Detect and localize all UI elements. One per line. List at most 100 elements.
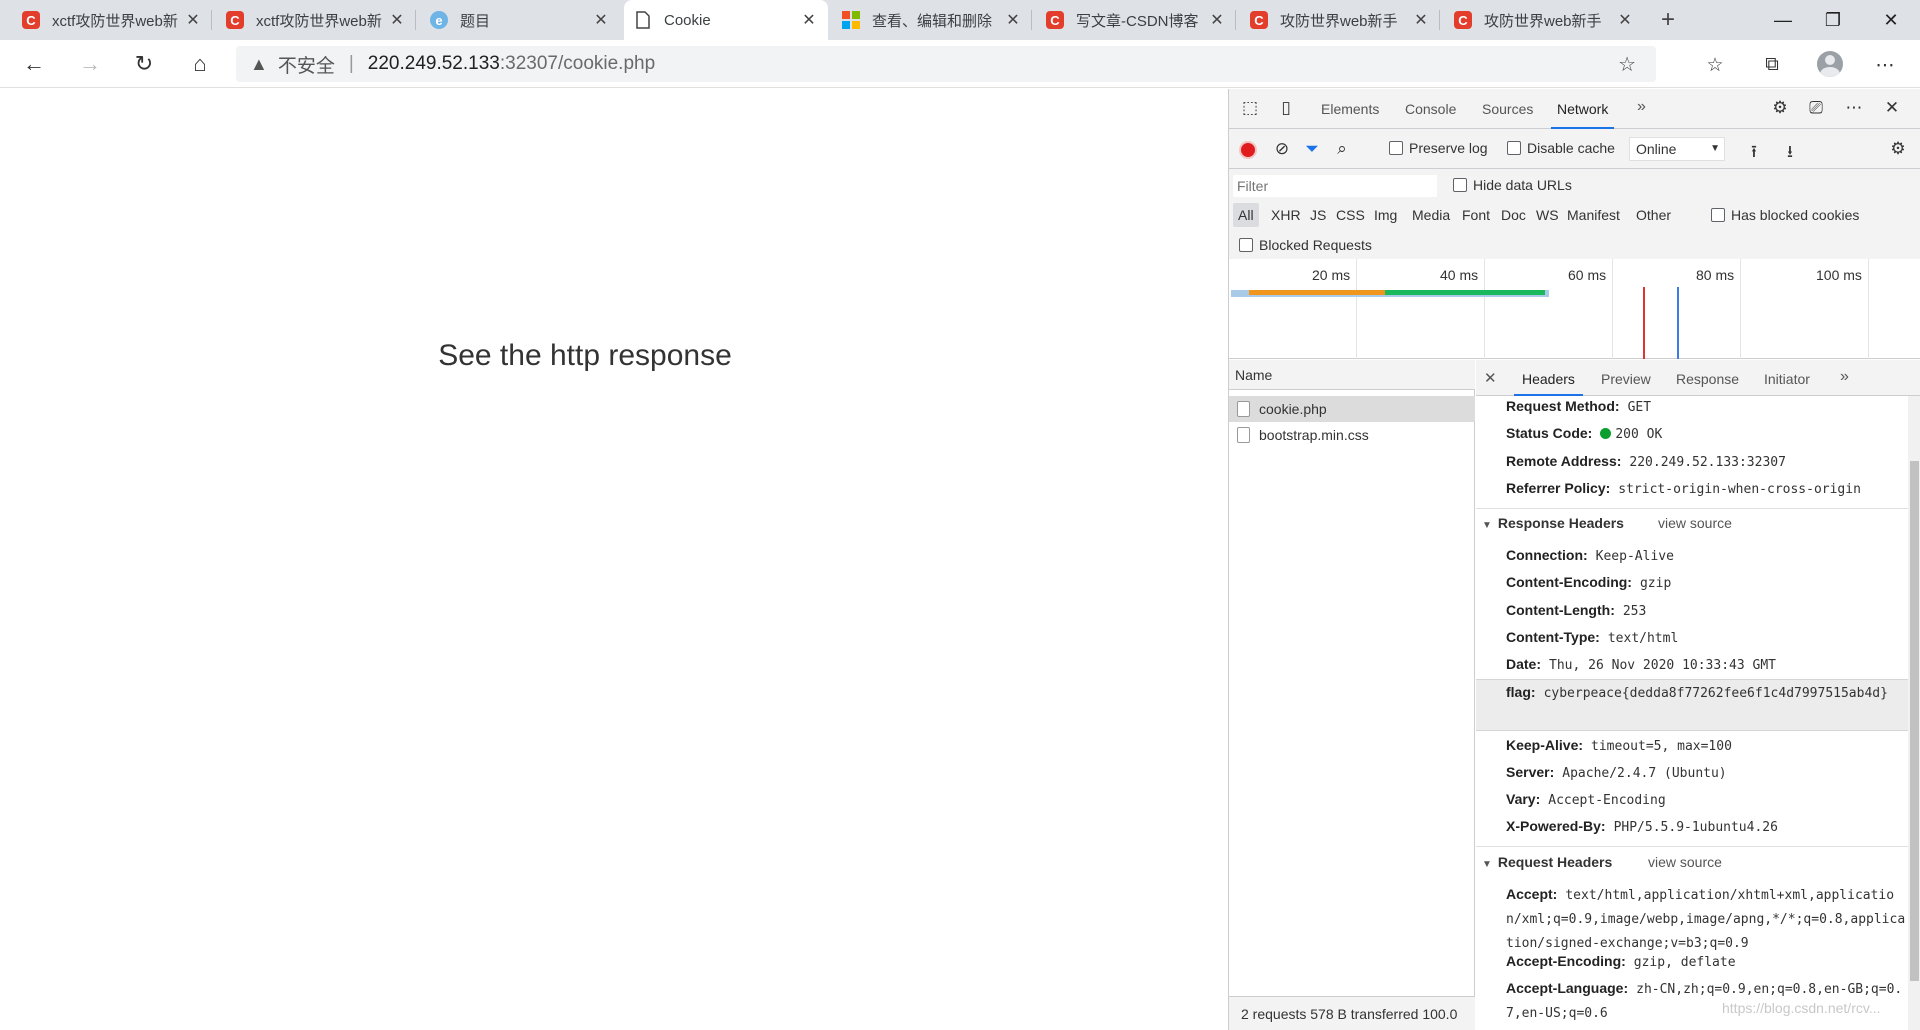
timeline-load-marker <box>1643 287 1645 359</box>
filter-input[interactable] <box>1233 175 1437 197</box>
filter-type-img[interactable]: Img <box>1369 203 1402 227</box>
filter-type-xhr[interactable]: XHR <box>1266 203 1306 227</box>
close-window-button[interactable]: ✕ <box>1868 6 1914 34</box>
file-icon <box>1237 401 1250 417</box>
filter-type-css[interactable]: CSS <box>1331 203 1370 227</box>
header-line: Vary: Accept-Encoding <box>1506 791 1666 808</box>
warning-icon[interactable]: ▲ <box>250 54 268 75</box>
device-toolbar-icon[interactable]: ▯ <box>1275 98 1297 120</box>
back-arrow-icon[interactable]: ← <box>18 48 50 80</box>
filter-type-doc[interactable]: Doc <box>1496 203 1531 227</box>
name-column-header[interactable]: Name <box>1229 360 1475 390</box>
hide-data-urls-checkbox[interactable]: Hide data URLs <box>1453 177 1572 193</box>
watermark-text: https://blog.csdn.net/rcv... <box>1722 1000 1881 1016</box>
tab-2[interactable]: C xctf攻防世界web新 ✕ <box>216 0 416 40</box>
clear-icon[interactable]: ⊘ <box>1271 139 1293 161</box>
export-har-icon[interactable]: ⭳ <box>1779 139 1801 161</box>
tab-7[interactable]: C 攻防世界web新手 ✕ <box>1240 0 1440 40</box>
preserve-log-checkbox[interactable]: Preserve log <box>1389 140 1488 156</box>
tab-6[interactable]: C 写文章-CSDN博客 ✕ <box>1036 0 1236 40</box>
more-menu-icon[interactable]: ⋯ <box>1873 54 1897 78</box>
tab-5[interactable]: 查看、编辑和删除 ✕ <box>832 0 1032 40</box>
new-tab-button[interactable]: + <box>1655 8 1681 34</box>
throttling-select[interactable]: Online <box>1629 137 1725 161</box>
more-tabs-icon[interactable]: » <box>1637 98 1646 116</box>
close-devtools-icon[interactable]: ✕ <box>1881 98 1903 120</box>
header-line: X-Powered-By: PHP/5.5.9-1ubuntu4.26 <box>1506 818 1778 835</box>
view-source-link[interactable]: view source <box>1658 515 1732 531</box>
close-tab-icon[interactable]: ✕ <box>800 10 818 30</box>
tab-1[interactable]: C xctf攻防世界web新 ✕ <box>12 0 212 40</box>
timeline-tick: 20 ms <box>1312 267 1351 283</box>
disable-cache-checkbox[interactable]: Disable cache <box>1507 140 1615 156</box>
collections-icon[interactable]: ⧉ <box>1760 54 1784 78</box>
tab-title: 题目 <box>460 12 491 30</box>
has-blocked-cookies-checkbox[interactable]: Has blocked cookies <box>1711 207 1859 223</box>
tab-sources[interactable]: Sources <box>1482 101 1533 117</box>
close-details-icon[interactable]: ✕ <box>1484 369 1497 387</box>
flag-header-line[interactable]: flag: cyberpeace{dedda8f77262fee6f1c4d799… <box>1506 681 1906 705</box>
tab-headers[interactable]: Headers <box>1514 371 1583 396</box>
close-tab-icon[interactable]: ✕ <box>1208 10 1226 30</box>
search-icon[interactable]: ⌕ <box>1331 139 1353 161</box>
csdn-icon: C <box>1046 11 1064 29</box>
network-overview-timeline[interactable]: 20 ms 40 ms 60 ms 80 ms 100 ms <box>1229 259 1920 359</box>
close-tab-icon[interactable]: ✕ <box>184 10 202 30</box>
request-headers-section[interactable]: ▼ Request Headers view source <box>1482 854 1912 870</box>
close-tab-icon[interactable]: ✕ <box>388 10 406 30</box>
import-har-icon[interactable]: ⭱ <box>1743 139 1765 161</box>
tab-4-active[interactable]: Cookie ✕ <box>624 0 828 40</box>
tab-preview[interactable]: Preview <box>1601 371 1651 387</box>
filter-type-ws[interactable]: WS <box>1531 203 1564 227</box>
csdn-icon: C <box>22 11 40 29</box>
request-row[interactable]: cookie.php <box>1229 396 1475 422</box>
tab-network[interactable]: Network <box>1550 101 1615 129</box>
inspect-element-icon[interactable]: ⬚ <box>1239 98 1261 120</box>
filter-type-other[interactable]: Other <box>1631 203 1676 227</box>
blocked-requests-checkbox[interactable]: Blocked Requests <box>1239 237 1372 253</box>
tab-8[interactable]: C 攻防世界web新手 ✕ <box>1444 0 1644 40</box>
record-icon[interactable] <box>1239 141 1257 159</box>
close-tab-icon[interactable]: ✕ <box>592 10 610 30</box>
address-bar[interactable]: ▲ 不安全 | 220.249.52.133:32307/cookie.php … <box>236 46 1656 82</box>
response-headers-section[interactable]: ▼ Response Headers view source <box>1482 515 1912 531</box>
header-line: Referrer Policy: strict-origin-when-cross… <box>1506 480 1861 497</box>
tab-initiator[interactable]: Initiator <box>1764 371 1810 387</box>
filter-type-font[interactable]: Font <box>1457 203 1495 227</box>
csdn-icon: C <box>1454 11 1472 29</box>
timeline-bar-download <box>1385 290 1545 295</box>
filter-type-js[interactable]: JS <box>1305 203 1331 227</box>
more-detail-tabs-icon[interactable]: » <box>1840 368 1849 386</box>
favorite-star-icon[interactable]: ☆ <box>1618 52 1636 77</box>
filter-funnel-icon[interactable]: ⏷ <box>1301 139 1323 161</box>
insecure-label[interactable]: 不安全 <box>278 51 335 78</box>
tab-elements[interactable]: Elements <box>1321 101 1379 117</box>
close-tab-icon[interactable]: ✕ <box>1412 10 1430 30</box>
tab-3[interactable]: e 题目 ✕ <box>420 0 620 40</box>
request-row[interactable]: bootstrap.min.css <box>1229 422 1475 448</box>
maximize-button[interactable]: ❐ <box>1810 6 1856 34</box>
tab-title: xctf攻防世界web新 <box>256 12 382 30</box>
tab-console[interactable]: Console <box>1405 101 1456 117</box>
scrollbar-thumb[interactable] <box>1910 461 1919 981</box>
favorites-icon[interactable]: ☆ <box>1703 54 1727 78</box>
close-tab-icon[interactable]: ✕ <box>1004 10 1022 30</box>
filter-type-all[interactable]: All <box>1233 203 1259 227</box>
minimize-button[interactable]: — <box>1760 6 1806 34</box>
customize-menu-icon[interactable]: ⋯ <box>1843 98 1865 120</box>
status-ok-dot-icon <box>1600 428 1612 439</box>
reload-icon[interactable]: ↻ <box>128 48 160 80</box>
view-source-link[interactable]: view source <box>1648 854 1722 870</box>
profile-avatar[interactable] <box>1817 51 1843 77</box>
tab-response[interactable]: Response <box>1676 371 1739 387</box>
network-settings-icon[interactable]: ⚙ <box>1887 139 1909 161</box>
forward-arrow-icon[interactable]: → <box>74 48 106 80</box>
feedback-icon[interactable]: ⎚ <box>1805 98 1827 120</box>
filter-type-manifest[interactable]: Manifest <box>1562 203 1625 227</box>
settings-gear-icon[interactable]: ⚙ <box>1769 98 1791 120</box>
home-icon[interactable]: ⌂ <box>184 48 216 80</box>
request-list: Name cookie.php bootstrap.min.css 2 requ… <box>1229 360 1475 1030</box>
filter-type-media[interactable]: Media <box>1407 203 1455 227</box>
close-tab-icon[interactable]: ✕ <box>1616 10 1634 30</box>
headers-scrollbar[interactable] <box>1908 396 1920 1030</box>
